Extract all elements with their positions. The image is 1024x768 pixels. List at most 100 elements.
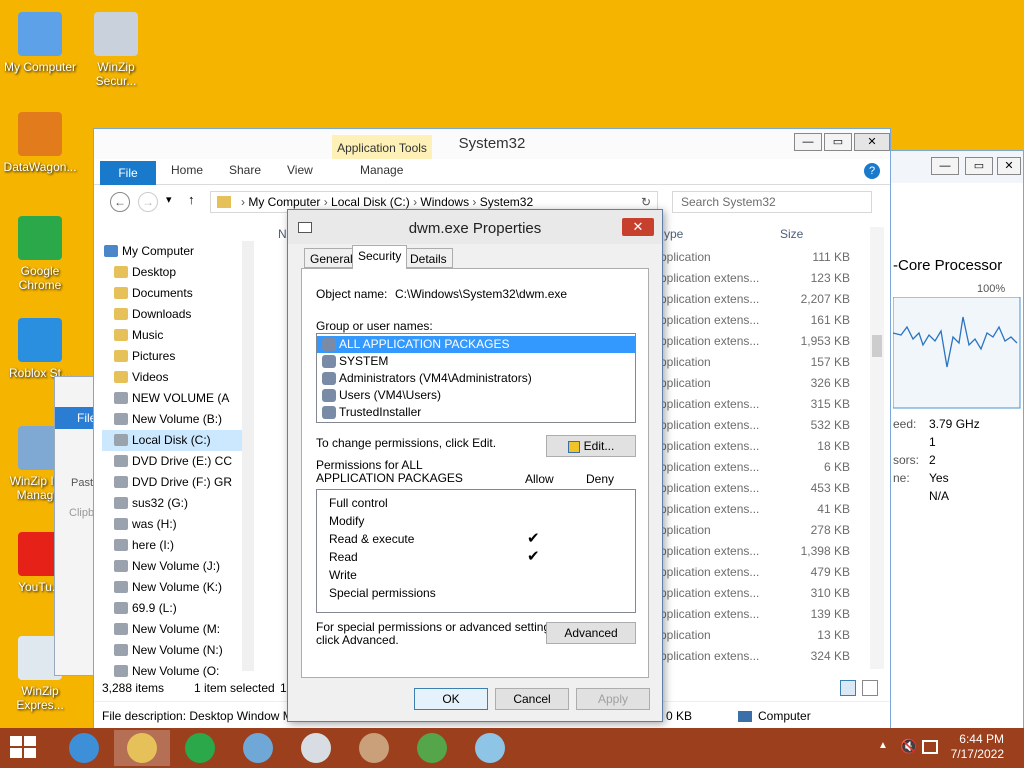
- close-button[interactable]: ✕: [854, 133, 890, 151]
- column-size[interactable]: Size: [780, 227, 803, 241]
- nav-item[interactable]: Pictures: [102, 346, 252, 367]
- file-row[interactable]: pplication 111 KB: [660, 247, 850, 268]
- tab-home[interactable]: Home: [171, 163, 203, 177]
- recent-locations-icon[interactable]: ▾: [166, 193, 172, 206]
- file-row[interactable]: pplication extens... 18 KB: [660, 436, 850, 457]
- file-scrollbar[interactable]: [870, 227, 884, 669]
- maximize-button[interactable]: ▭: [824, 133, 852, 151]
- nav-item[interactable]: New Volume (M:: [102, 619, 252, 640]
- column-type[interactable]: ype: [664, 227, 683, 241]
- nav-item[interactable]: Videos: [102, 367, 252, 388]
- nav-item[interactable]: New Volume (N:): [102, 640, 252, 661]
- clock[interactable]: 6:44 PM 7/17/2022: [951, 732, 1004, 762]
- show-hidden-icons[interactable]: ▲: [878, 740, 888, 751]
- file-row[interactable]: pplication extens... 479 KB: [660, 562, 850, 583]
- tab-security[interactable]: Security: [352, 245, 408, 269]
- volume-icon[interactable]: 🔇: [900, 738, 917, 755]
- file-row[interactable]: pplication extens... 6 KB: [660, 457, 850, 478]
- taskbar-app[interactable]: [56, 730, 112, 766]
- search-input[interactable]: Search System32: [672, 191, 872, 213]
- chevron-right-icon[interactable]: ›: [410, 195, 421, 209]
- taskbar-app[interactable]: [172, 730, 228, 766]
- permission-list[interactable]: Full control Modify Read & execute ✔ Read ✔ Wr…: [316, 489, 636, 613]
- minimize-button[interactable]: —: [794, 133, 822, 151]
- chevron-right-icon[interactable]: ›: [320, 195, 331, 209]
- nav-item[interactable]: was (H:): [102, 514, 252, 535]
- taskbar-app[interactable]: [114, 730, 170, 766]
- nav-item[interactable]: DVD Drive (F:) GR: [102, 472, 252, 493]
- file-row[interactable]: pplication extens... 1,953 KB: [660, 331, 850, 352]
- nav-item[interactable]: My Computer: [102, 241, 252, 262]
- close-button[interactable]: ✕: [997, 157, 1021, 175]
- dialog-titlebar[interactable]: dwm.exe Properties ✕: [288, 210, 662, 244]
- properties-dialog[interactable]: dwm.exe Properties ✕ General Security De…: [287, 209, 663, 722]
- taskbar-app[interactable]: [462, 730, 518, 766]
- nav-item[interactable]: Local Disk (C:): [102, 430, 252, 451]
- details-view-icon[interactable]: [840, 680, 856, 696]
- tab-details[interactable]: Details: [404, 248, 453, 268]
- edit-button[interactable]: Edit...: [546, 435, 636, 457]
- file-row[interactable]: pplication extens... 2,207 KB: [660, 289, 850, 310]
- nav-item[interactable]: sus32 (G:): [102, 493, 252, 514]
- nav-item[interactable]: New Volume (B:): [102, 409, 252, 430]
- file-row[interactable]: pplication extens... 532 KB: [660, 415, 850, 436]
- nav-item[interactable]: Desktop: [102, 262, 252, 283]
- taskbar-app[interactable]: [288, 730, 344, 766]
- file-row[interactable]: pplication extens... 123 KB: [660, 268, 850, 289]
- explorer-titlebar[interactable]: System32 Application Tools — ▭ ✕: [94, 129, 890, 161]
- breadcrumb-item[interactable]: Local Disk (C:): [331, 195, 410, 209]
- dialog-close-button[interactable]: ✕: [622, 218, 654, 236]
- nav-scrollbar[interactable]: [242, 241, 254, 671]
- forward-button[interactable]: →: [138, 192, 158, 212]
- nav-item[interactable]: here (I:): [102, 535, 252, 556]
- minimize-button[interactable]: —: [931, 157, 959, 175]
- breadcrumb-item[interactable]: System32: [480, 195, 533, 209]
- large-icons-view-icon[interactable]: [862, 680, 878, 696]
- paste-label[interactable]: Past: [71, 477, 93, 489]
- user-item[interactable]: SYSTEM: [317, 353, 635, 370]
- file-row[interactable]: pplication extens... 139 KB: [660, 604, 850, 625]
- desktop-icon[interactable]: Google Chrome: [0, 216, 80, 292]
- file-row[interactable]: pplication 157 KB: [660, 352, 850, 373]
- file-row[interactable]: pplication 278 KB: [660, 520, 850, 541]
- nav-item[interactable]: 69.9 (L:): [102, 598, 252, 619]
- taskbar-app[interactable]: [230, 730, 286, 766]
- nav-item[interactable]: New Volume (K:): [102, 577, 252, 598]
- tab-file[interactable]: File: [100, 161, 156, 185]
- user-item[interactable]: ALL APPLICATION PACKAGES: [317, 336, 635, 353]
- file-list[interactable]: pplication 111 KB pplication extens... 123 …: [660, 247, 850, 667]
- chevron-right-icon[interactable]: ›: [469, 195, 480, 209]
- nav-item[interactable]: Downloads: [102, 304, 252, 325]
- cancel-button[interactable]: Cancel: [495, 688, 569, 710]
- desktop-icon[interactable]: My Computer: [0, 12, 80, 74]
- column-name[interactable]: N: [278, 227, 287, 241]
- nav-item[interactable]: Music: [102, 325, 252, 346]
- taskbar-app[interactable]: [346, 730, 402, 766]
- help-icon[interactable]: ?: [864, 163, 880, 179]
- file-row[interactable]: pplication extens... 310 KB: [660, 583, 850, 604]
- file-row[interactable]: pplication 13 KB: [660, 625, 850, 646]
- file-row[interactable]: pplication extens... 315 KB: [660, 394, 850, 415]
- user-list[interactable]: ALL APPLICATION PACKAGES SYSTEM Administra…: [316, 333, 636, 423]
- ok-button[interactable]: OK: [414, 688, 488, 710]
- desktop-icon[interactable]: Roblox St...: [0, 318, 80, 380]
- breadcrumb-item[interactable]: Windows: [420, 195, 469, 209]
- file-row[interactable]: pplication extens... 41 KB: [660, 499, 850, 520]
- maximize-button[interactable]: ▭: [965, 157, 993, 175]
- tab-general[interactable]: General: [304, 248, 359, 268]
- task-manager-window[interactable]: — ▭ ✕ -Core Processor 100% eed: 3.79 GHz 1…: [888, 150, 1024, 730]
- nav-item[interactable]: Documents: [102, 283, 252, 304]
- tab-share[interactable]: Share: [229, 163, 261, 177]
- file-row[interactable]: pplication 326 KB: [660, 373, 850, 394]
- back-button[interactable]: ←: [110, 192, 130, 212]
- file-row[interactable]: pplication extens... 161 KB: [660, 310, 850, 331]
- nav-item[interactable]: NEW VOLUME (A: [102, 388, 252, 409]
- taskbar-app[interactable]: [404, 730, 460, 766]
- file-row[interactable]: pplication extens... 1,398 KB: [660, 541, 850, 562]
- user-item[interactable]: Administrators (VM4\Administrators): [317, 370, 635, 387]
- advanced-button[interactable]: Advanced: [546, 622, 636, 644]
- tab-manage[interactable]: Manage: [360, 163, 403, 177]
- up-button[interactable]: ↑: [188, 192, 195, 207]
- file-row[interactable]: pplication extens... 453 KB: [660, 478, 850, 499]
- user-item[interactable]: Users (VM4\Users): [317, 387, 635, 404]
